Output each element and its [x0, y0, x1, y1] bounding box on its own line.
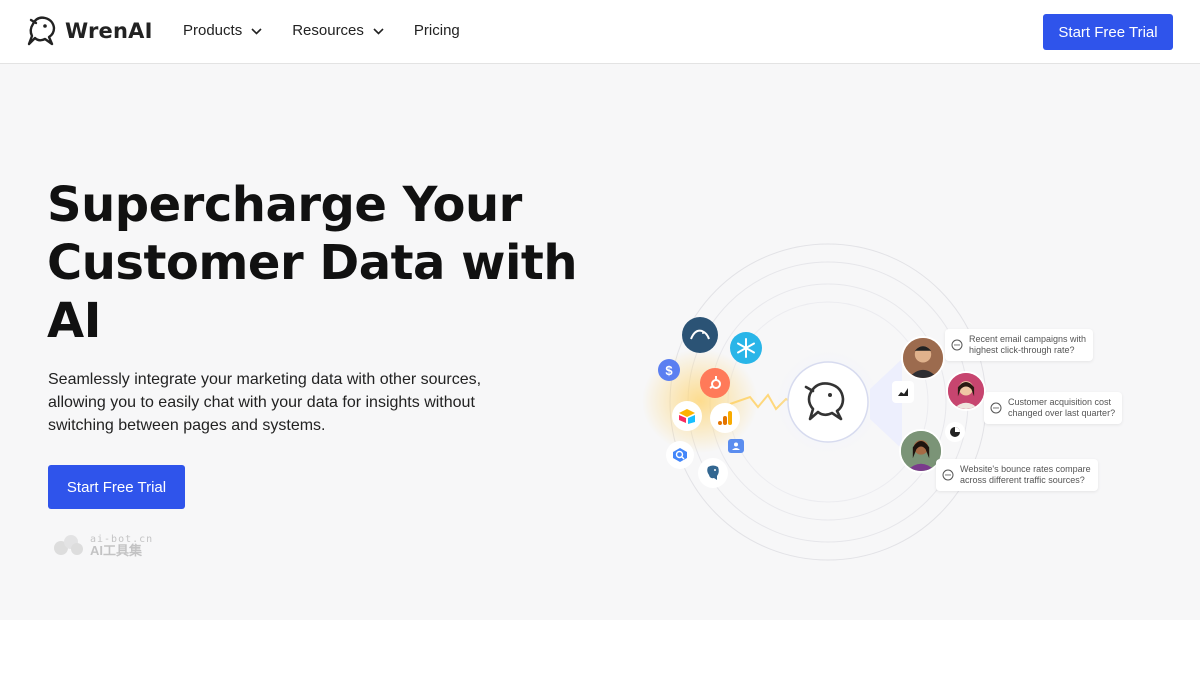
nav-products[interactable]: Products: [183, 22, 262, 39]
question-line: across different traffic sources?: [960, 475, 1085, 485]
watermark-name: AI工具集: [90, 543, 143, 558]
airtable-icon: [672, 401, 702, 431]
nav-products-label: Products: [183, 22, 243, 39]
chat-bubble-icon: [990, 402, 1002, 414]
main-nav: Products Resources Pricing: [183, 22, 490, 39]
watermark: ai-bot.cn AI工具集: [52, 534, 153, 558]
hero-subtitle-line: Seamlessly integrate your marketing data…: [48, 371, 482, 388]
nav-resources[interactable]: Resources: [292, 22, 384, 39]
hero-start-trial-button[interactable]: Start Free Trial: [48, 465, 185, 509]
question-line: highest click-through rate?: [969, 345, 1075, 355]
wren-bird-icon: [27, 16, 56, 46]
page-footer-space: [0, 620, 1200, 675]
site-header: WrenAI Products Resources Pricing Start …: [0, 0, 1200, 64]
hero-subtitle-line: allowing you to easily chat with your da…: [48, 394, 475, 411]
brand-name: WrenAI: [65, 19, 153, 43]
question-bubble: Customer acquisition cost changed over l…: [984, 392, 1123, 424]
question-bubble: Recent email campaigns with highest clic…: [945, 329, 1094, 361]
brand-logo[interactable]: WrenAI: [27, 13, 153, 49]
chevron-down-icon: [373, 22, 384, 39]
pie-chart-icon: [945, 422, 965, 442]
nav-resources-label: Resources: [292, 22, 364, 39]
hero-subtitle-line: switching between pages and systems.: [48, 417, 326, 434]
header-start-trial-button[interactable]: Start Free Trial: [1043, 14, 1173, 50]
hero-illustration: $ Recent email campaigns with highest cl…: [640, 229, 1160, 569]
question-bubble: Website's bounce rates compare across di…: [936, 459, 1098, 491]
nav-pricing-label: Pricing: [413, 22, 460, 39]
hero-title-line: Customer Data with: [47, 235, 578, 291]
bigquery-icon: [666, 441, 694, 469]
avatar: [946, 371, 986, 411]
postgres-icon: [698, 458, 728, 488]
hero-section: Supercharge Your Customer Data with AI S…: [0, 64, 1200, 620]
line-chart-icon: [892, 381, 914, 403]
chat-bubble-icon: [942, 469, 954, 481]
mysql-icon: [682, 317, 718, 353]
watermark-logo-icon: [54, 535, 83, 555]
hubspot-icon: [700, 368, 730, 398]
hero-title-line: AI: [47, 293, 102, 349]
dollar-icon: $: [658, 359, 680, 381]
question-line: changed over last quarter?: [1008, 408, 1116, 418]
question-line: Customer acquisition cost: [1008, 397, 1112, 407]
chat-bubble-icon: [951, 339, 963, 351]
chevron-down-icon: [251, 22, 262, 39]
nav-pricing[interactable]: Pricing: [414, 22, 460, 39]
snowflake-icon: [730, 332, 762, 364]
hero-title-line: Supercharge Your: [47, 177, 522, 233]
hero-title: Supercharge Your Customer Data with AI: [47, 176, 587, 350]
question-line: Website's bounce rates compare: [960, 464, 1091, 474]
user-card-icon: [728, 439, 744, 453]
google-analytics-icon: [710, 403, 740, 433]
question-line: Recent email campaigns with: [969, 334, 1087, 344]
avatar: [901, 336, 945, 380]
hero-subtitle: Seamlessly integrate your marketing data…: [48, 368, 528, 437]
